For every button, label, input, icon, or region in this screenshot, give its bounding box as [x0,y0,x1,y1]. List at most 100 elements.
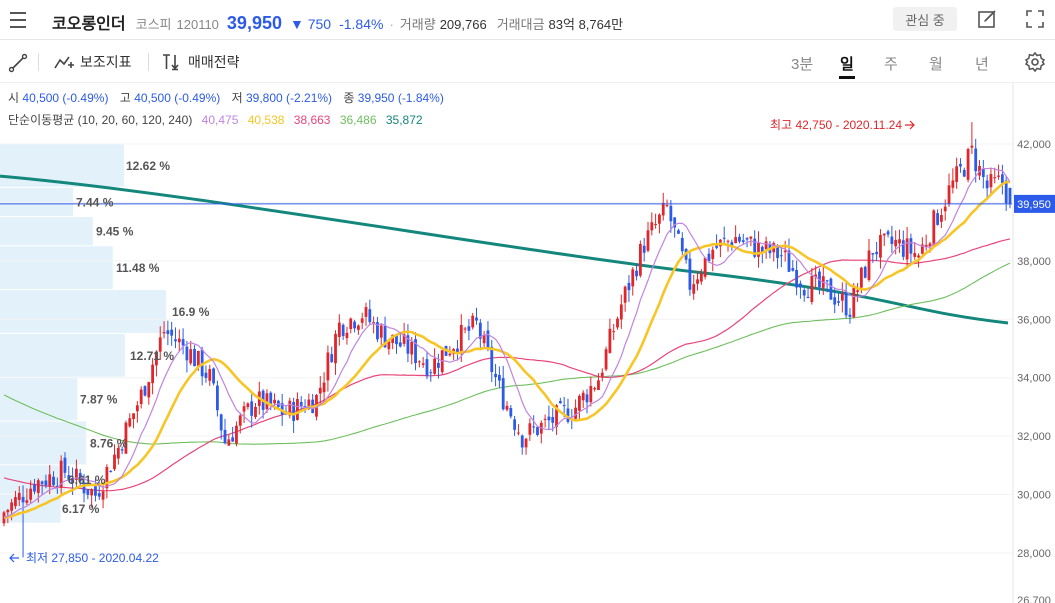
candle [135,401,139,423]
candle-body [353,321,356,329]
volume-profile-label: 8.76 % [90,436,128,450]
candle-body [677,230,680,234]
candle-body [10,502,14,511]
separator-dot: · [389,17,394,32]
candle [524,437,528,455]
candle [585,389,589,414]
candle [299,396,303,411]
volume-profile-label: 7.87 % [80,393,118,407]
candle [345,326,349,345]
candle [177,329,181,352]
period-year[interactable]: 년 [975,53,989,74]
candle [246,402,250,410]
candle [128,413,132,428]
candle [650,212,654,236]
low-label: 저 [231,91,243,105]
candle [783,240,787,262]
candle [722,226,726,243]
candle [844,282,848,319]
candle-body [334,333,337,364]
watchlist-button[interactable]: 관심 중 [893,7,957,31]
candle-body [837,301,840,303]
period-3min[interactable]: 3분 [791,53,813,74]
candle [170,321,174,346]
price-chart[interactable]: 12.62 % 7.44 % 9.45 % 11.48 % 16.9 % 12.71 % 7… [0,83,1055,603]
candle [456,339,459,361]
candle-body [631,269,635,287]
candle [612,324,616,341]
draw-line-icon[interactable] [8,53,28,73]
candle [882,233,886,246]
candle [185,340,189,373]
candle-body [532,426,536,428]
candle-body [650,222,654,231]
price-axis: 42,00040,00038,00036,00034,00032,00030,0… [1012,83,1055,603]
candle [871,252,875,263]
low-annotation: 최저 27,850 - 2020.04.22 [26,551,159,565]
candle-body [898,239,901,244]
candle-body [174,339,177,342]
candle [997,164,1000,180]
candle-body [360,318,364,323]
ma240-value: 35,872 [385,113,423,127]
fullscreen-icon[interactable] [1025,9,1045,29]
candle-body [654,224,658,226]
candle-body [722,237,726,239]
candle [494,363,497,387]
candle-body [543,418,547,420]
volume-profile-bar [0,187,74,217]
candle-body [459,325,463,354]
candle [848,308,852,324]
candle-body [871,253,875,255]
period-month[interactable]: 월 [929,53,943,74]
candlesticks [2,122,1012,558]
candle-body [536,426,539,435]
candle [414,332,417,371]
open-label: 시 [8,91,20,105]
candle [334,330,337,375]
current-price: 39,950 [226,13,282,33]
price-tick-label: 32,000 [1017,431,1051,443]
candle-body [227,439,231,446]
candle [242,401,246,424]
candle-body [627,282,631,291]
candle [795,260,799,296]
candle [421,356,425,368]
price-tick-label: 38,000 [1017,256,1051,268]
candle-body [437,362,440,368]
candle [680,232,684,255]
period-week[interactable]: 주 [884,53,898,74]
candle [109,470,113,473]
moving-average-info[interactable]: 단순이동평균 (10, 20, 60, 120, 240) 40,475 40,… [8,111,423,128]
candle [608,318,612,354]
volume-profile-label: 7.44 % [76,195,114,209]
volume-profile-bar [0,333,125,377]
period-day[interactable]: 일 [840,53,854,74]
candle [581,390,585,408]
candle [139,386,143,409]
candle-body [680,237,684,252]
candle-body [448,353,452,356]
candle [623,285,627,312]
strategy-button[interactable]: 매매전략 [162,52,240,72]
candle-body [593,388,597,390]
edit-icon[interactable] [977,9,997,29]
candle-body [1008,187,1012,204]
candle-body [558,401,562,404]
candle-body [490,346,494,373]
candle-body [170,329,174,336]
candle-body [619,304,623,320]
candle [661,192,665,221]
ma60-value: 38,663 [293,113,331,127]
candle [890,225,894,253]
candle [879,229,882,269]
candle-body [242,406,246,412]
ohlc-info: 시 40,500 (-0.49%) 고 40,500 (-0.49%) 저 39… [8,89,452,106]
candle-body [779,255,783,257]
menu-icon[interactable] [10,12,26,28]
candle [970,122,974,154]
settings-icon[interactable] [1024,51,1046,73]
indicator-button[interactable]: 보조지표 [54,52,132,72]
candle [387,341,391,355]
candle [254,403,257,420]
